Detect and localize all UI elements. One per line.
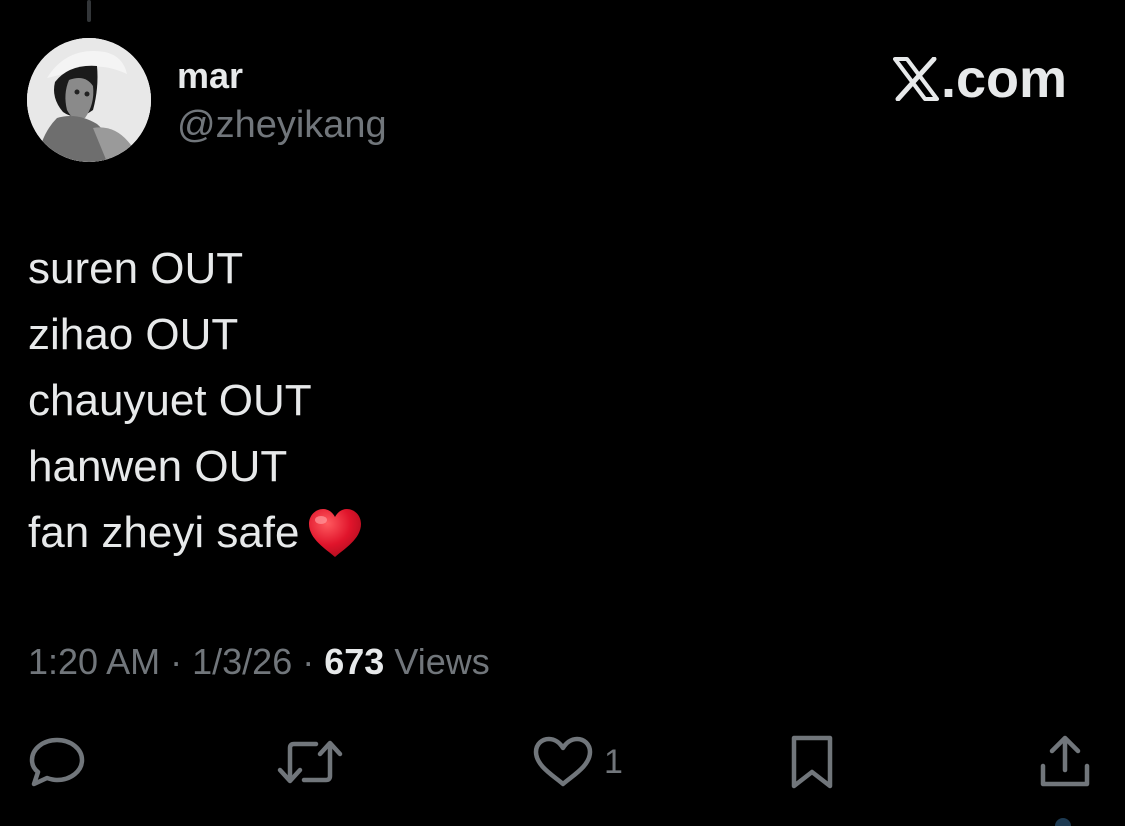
brand-watermark: .com	[892, 49, 1067, 109]
tweet-line: zihao OUT	[28, 302, 364, 368]
user-handle[interactable]: @zheyikang	[177, 104, 387, 146]
share-icon	[1040, 735, 1090, 787]
x-logo-icon	[892, 57, 939, 101]
avatar-image	[27, 38, 151, 162]
meta-separator: ·	[170, 641, 183, 682]
tweet-metadata: 1:20 AM · 1/3/26 · 673 Views	[28, 640, 490, 684]
like-button[interactable]: 1	[532, 734, 623, 790]
tweet-date[interactable]: 1/3/26	[192, 641, 292, 682]
display-name[interactable]: mar	[177, 56, 243, 96]
scroll-indicator	[1055, 818, 1071, 826]
repost-button[interactable]	[276, 734, 344, 790]
repost-icon	[277, 740, 343, 784]
tweet-line: chauyuet OUT	[28, 368, 364, 434]
tweet-line-text: fan zheyi safe	[28, 508, 300, 557]
brand-domain: .com	[940, 49, 1067, 109]
tweet-line-text: chauyuet OUT	[28, 376, 312, 425]
views-count[interactable]: 673	[324, 641, 384, 682]
thread-connector-line	[87, 0, 91, 22]
reply-icon	[29, 737, 85, 787]
bookmark-icon	[791, 735, 833, 789]
like-count: 1	[604, 742, 623, 781]
tweet-line-text: suren OUT	[28, 244, 244, 293]
avatar[interactable]	[27, 38, 151, 162]
tweet-line: suren OUT	[28, 236, 364, 302]
views-label[interactable]: Views	[394, 641, 489, 682]
tweet-time[interactable]: 1:20 AM	[28, 641, 160, 682]
tweet-line-text: hanwen OUT	[28, 442, 288, 491]
bookmark-button[interactable]	[789, 734, 835, 790]
tweet-text: suren OUT zihao OUT chauyuet OUT hanwen …	[28, 236, 364, 566]
meta-separator: ·	[302, 641, 315, 682]
share-button[interactable]	[1038, 734, 1092, 790]
reply-button[interactable]	[28, 734, 86, 790]
tweet-line: hanwen OUT	[28, 434, 364, 500]
tweet-line: fan zheyi safe	[28, 500, 364, 566]
heart-outline-icon	[533, 736, 593, 787]
red-heart-emoji-icon	[308, 509, 361, 557]
tweet-line-text: zihao OUT	[28, 310, 239, 359]
